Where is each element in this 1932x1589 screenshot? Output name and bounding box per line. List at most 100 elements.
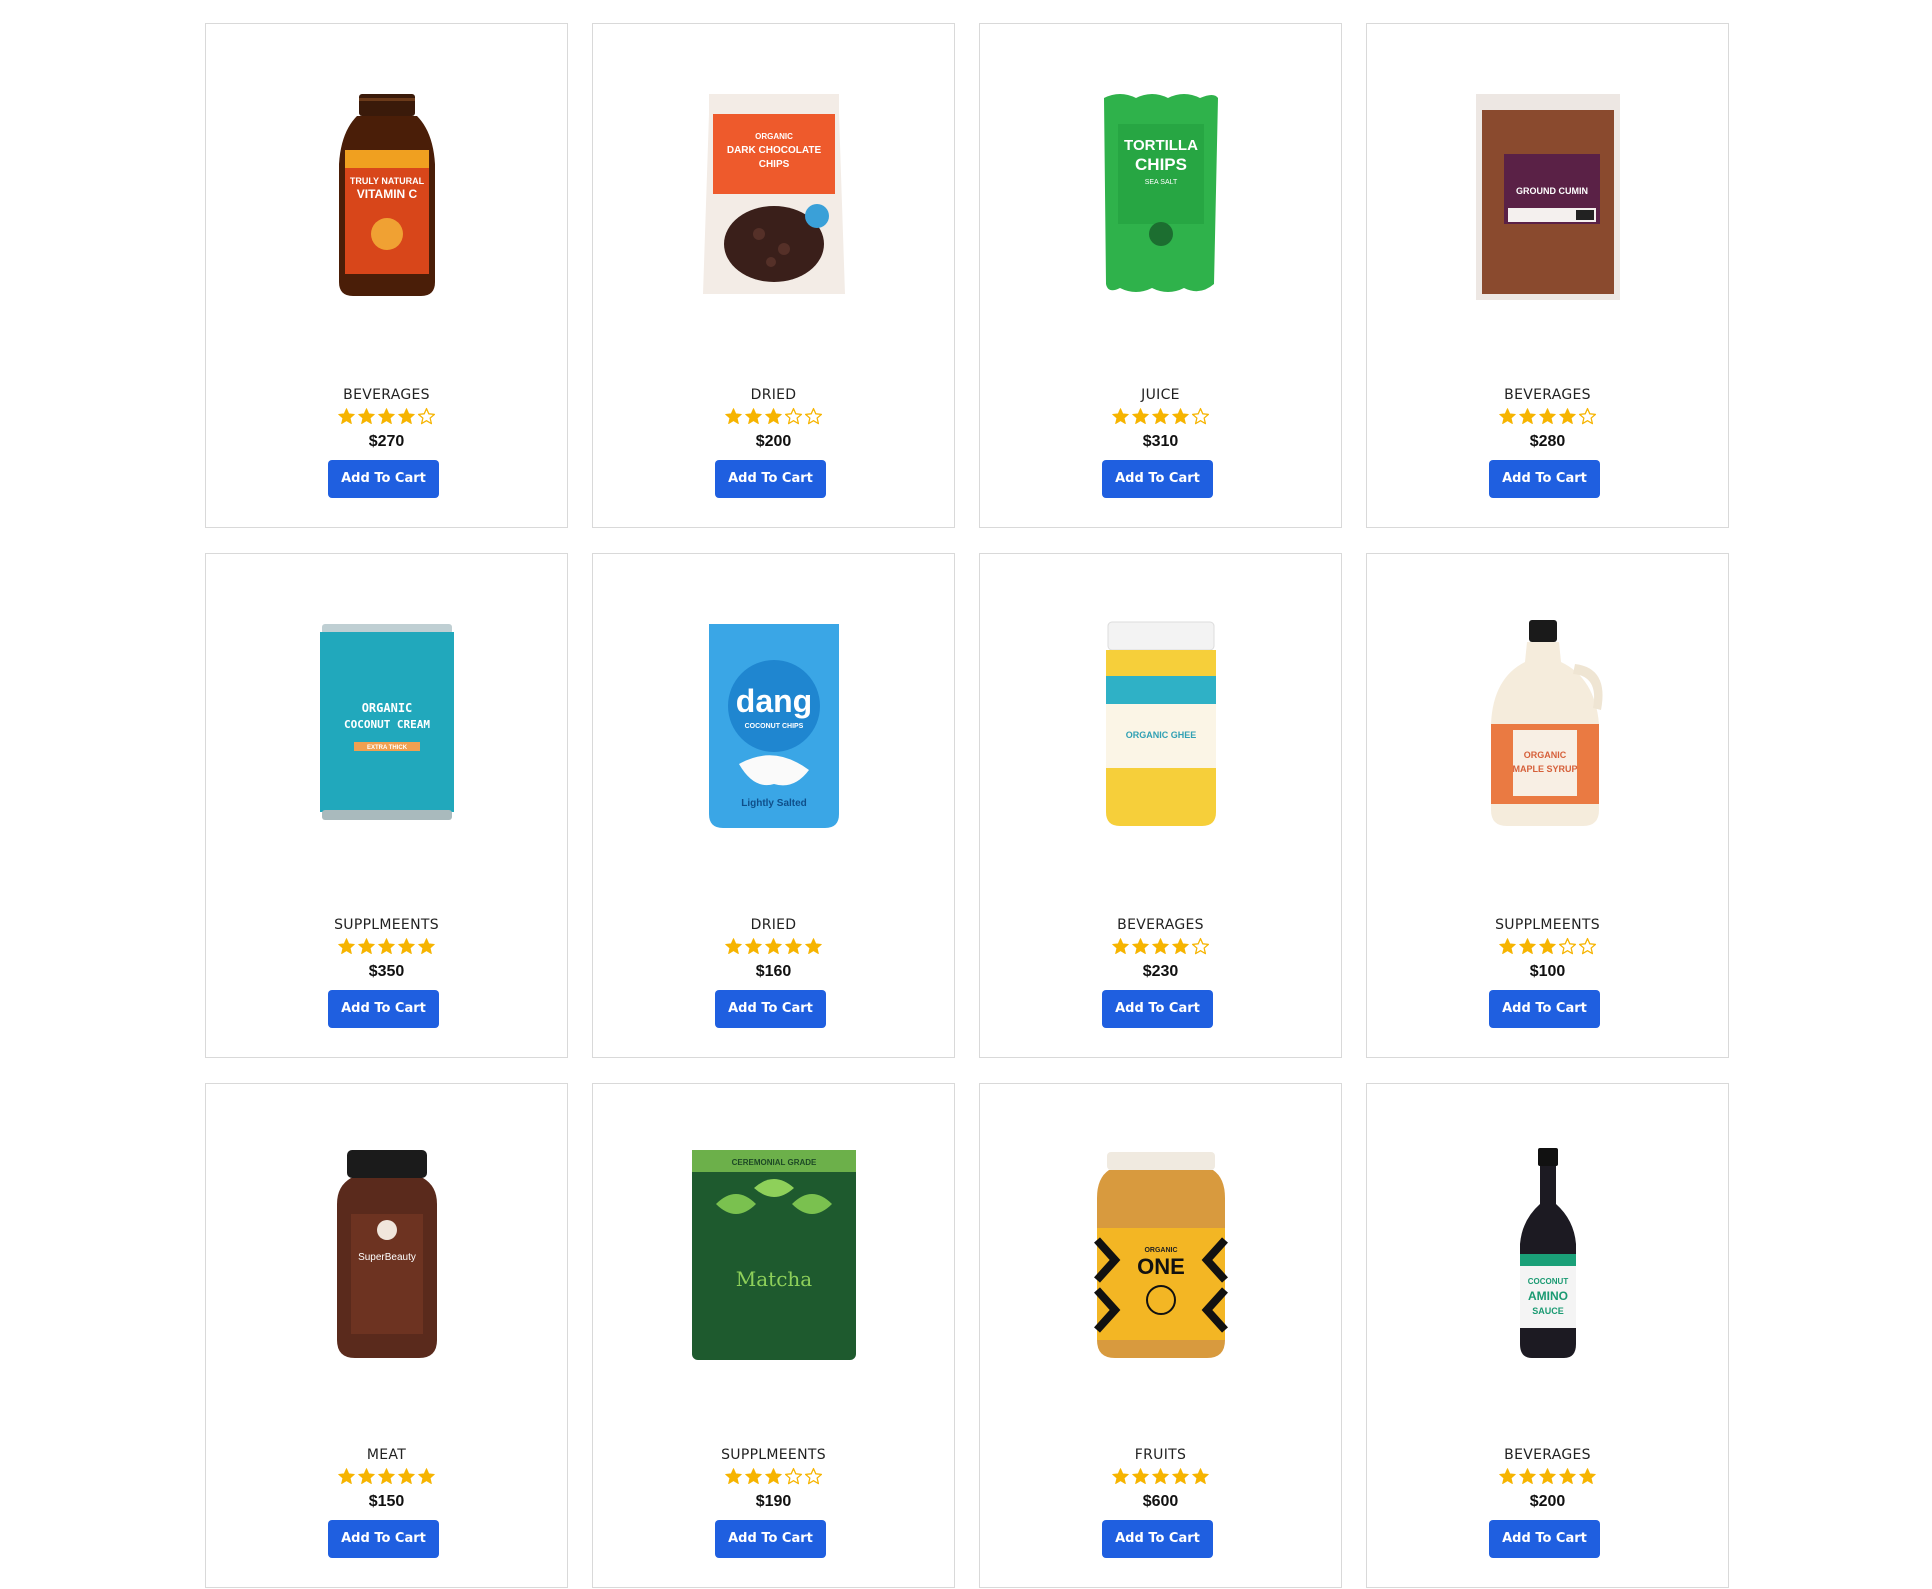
product-card[interactable]: TORTILLA CHIPS SEA SALT JUICE $310 Add T… — [979, 23, 1342, 528]
product-image[interactable]: TRULY NATURAL VITAMIN C — [206, 79, 567, 309]
star-filled-icon — [1172, 408, 1189, 425]
product-card[interactable]: dang COCONUT CHIPS Lightly Salted DRIED … — [592, 553, 955, 1058]
product-card[interactable]: ORGANIC ONE FRUITS $600 Add To Cart — [979, 1083, 1342, 1588]
svg-text:ONE: ONE — [1137, 1254, 1185, 1279]
product-category: MEAT — [366, 1447, 407, 1463]
star-empty-icon — [1578, 407, 1597, 425]
add-to-cart-button[interactable]: Add To Cart — [328, 1520, 439, 1558]
add-to-cart-button[interactable]: Add To Cart — [1489, 1520, 1600, 1558]
add-to-cart-button[interactable]: Add To Cart — [715, 460, 826, 498]
star-filled-icon — [1192, 1468, 1209, 1485]
add-to-cart-button[interactable]: Add To Cart — [715, 1520, 826, 1558]
svg-text:VITAMIN C: VITAMIN C — [356, 187, 417, 201]
product-card[interactable]: SuperBeauty MEAT $150 Add To Cart — [205, 1083, 568, 1588]
product-category: DRIED — [750, 917, 797, 933]
vitamin-c-jar-image: TRULY NATURAL VITAMIN C — [338, 94, 435, 296]
add-to-cart-button[interactable]: Add To Cart — [1489, 990, 1600, 1028]
star-filled-icon — [358, 1468, 375, 1485]
svg-text:Matcha: Matcha — [735, 1267, 812, 1291]
product-image[interactable]: SuperBeauty — [206, 1139, 567, 1369]
svg-text:COCONUT: COCONUT — [1527, 1277, 1568, 1286]
product-card[interactable]: COCONUT AMINO SAUCE BEVERAGES $200 Add T… — [1366, 1083, 1729, 1588]
add-to-cart-button[interactable]: Add To Cart — [715, 990, 826, 1028]
add-to-cart-button[interactable]: Add To Cart — [1102, 460, 1213, 498]
rating-stars — [593, 937, 954, 957]
product-price: $600 — [1142, 1493, 1179, 1510]
product-price: $310 — [1142, 433, 1179, 450]
star-filled-icon — [725, 1468, 742, 1485]
star-filled-icon — [398, 938, 415, 955]
product-price: $100 — [1529, 963, 1566, 980]
star-filled-icon — [378, 938, 395, 955]
rating-stars — [1367, 407, 1728, 427]
star-filled-icon — [1112, 1468, 1129, 1485]
add-to-cart-button[interactable]: Add To Cart — [1102, 990, 1213, 1028]
star-filled-icon — [358, 938, 375, 955]
star-filled-icon — [1152, 938, 1169, 955]
svg-text:ORGANIC: ORGANIC — [361, 701, 412, 715]
product-category: JUICE — [1141, 387, 1180, 403]
tortilla-chips-bag-image: TORTILLA CHIPS SEA SALT — [1103, 94, 1218, 292]
star-filled-icon — [1559, 408, 1576, 425]
star-empty-icon — [1191, 407, 1210, 425]
product-category: BEVERAGES — [1504, 1447, 1591, 1463]
product-image[interactable]: ORGANIC GHEE — [980, 609, 1341, 839]
star-filled-icon — [1112, 408, 1129, 425]
product-card[interactable]: GROUND CUMIN BEVERAGES $280 Add To Cart — [1366, 23, 1729, 528]
star-filled-icon — [1112, 938, 1129, 955]
product-image[interactable]: CEREMONIAL GRADE Matcha — [593, 1139, 954, 1369]
star-filled-icon — [1499, 1468, 1516, 1485]
star-filled-icon — [765, 408, 782, 425]
product-card[interactable]: ORGANIC MAPLE SYRUP SUPPLMEENTS $100 Add… — [1366, 553, 1729, 1058]
star-filled-icon — [1519, 938, 1536, 955]
add-to-cart-button[interactable]: Add To Cart — [1102, 1520, 1213, 1558]
product-card[interactable]: ORGANIC GHEE BEVERAGES $230 Add To Cart — [979, 553, 1342, 1058]
product-image[interactable]: ORGANIC MAPLE SYRUP — [1367, 609, 1728, 839]
product-card[interactable]: TRULY NATURAL VITAMIN C BEVERAGES $270 A… — [205, 23, 568, 528]
product-card[interactable]: CEREMONIAL GRADE Matcha SUPPLMEENTS $190… — [592, 1083, 955, 1588]
organic-ghee-jar-image: ORGANIC GHEE — [1105, 621, 1216, 826]
rating-stars — [206, 407, 567, 427]
product-image[interactable]: dang COCONUT CHIPS Lightly Salted — [593, 609, 954, 839]
svg-text:TRULY NATURAL: TRULY NATURAL — [349, 176, 424, 186]
star-filled-icon — [418, 1468, 435, 1485]
product-grid: TRULY NATURAL VITAMIN C BEVERAGES $270 A… — [205, 23, 1731, 1588]
star-filled-icon — [338, 1468, 355, 1485]
product-card[interactable]: ORGANIC COCONUT CREAM EXTRA THICK SUPPLM… — [205, 553, 568, 1058]
product-image[interactable]: ORGANIC COCONUT CREAM EXTRA THICK — [206, 609, 567, 839]
star-filled-icon — [1539, 1468, 1556, 1485]
product-image[interactable]: GROUND CUMIN — [1367, 79, 1728, 309]
star-filled-icon — [805, 938, 822, 955]
product-image[interactable]: COCONUT AMINO SAUCE — [1367, 1139, 1728, 1369]
svg-text:CHIPS: CHIPS — [758, 159, 789, 170]
star-empty-icon — [417, 407, 436, 425]
star-empty-icon — [1191, 937, 1210, 955]
star-filled-icon — [1539, 408, 1556, 425]
svg-text:DARK CHOCOLATE: DARK CHOCOLATE — [726, 145, 821, 156]
star-empty-icon — [1558, 937, 1577, 955]
product-image[interactable]: ORGANIC DARK CHOCOLATE CHIPS — [593, 79, 954, 309]
add-to-cart-button[interactable]: Add To Cart — [328, 460, 439, 498]
star-filled-icon — [1499, 938, 1516, 955]
product-image[interactable]: TORTILLA CHIPS SEA SALT — [980, 79, 1341, 309]
star-filled-icon — [358, 408, 375, 425]
star-filled-icon — [1579, 1468, 1596, 1485]
add-to-cart-button[interactable]: Add To Cart — [328, 990, 439, 1028]
rating-stars — [980, 937, 1341, 957]
star-filled-icon — [745, 938, 762, 955]
svg-text:ORGANIC: ORGANIC — [1523, 750, 1566, 760]
rating-stars — [593, 1467, 954, 1487]
star-filled-icon — [745, 1468, 762, 1485]
svg-text:ORGANIC: ORGANIC — [755, 132, 793, 141]
product-card[interactable]: ORGANIC DARK CHOCOLATE CHIPS DRIED $200 … — [592, 23, 955, 528]
product-category: SUPPLMEENTS — [721, 1447, 826, 1463]
star-filled-icon — [338, 408, 355, 425]
product-category: BEVERAGES — [1504, 387, 1591, 403]
star-filled-icon — [398, 408, 415, 425]
svg-text:EXTRA THICK: EXTRA THICK — [366, 745, 407, 751]
star-filled-icon — [1132, 938, 1149, 955]
star-filled-icon — [1152, 1468, 1169, 1485]
add-to-cart-button[interactable]: Add To Cart — [1489, 460, 1600, 498]
coconut-cream-can-image: ORGANIC COCONUT CREAM EXTRA THICK — [319, 624, 454, 820]
product-image[interactable]: ORGANIC ONE — [980, 1139, 1341, 1369]
